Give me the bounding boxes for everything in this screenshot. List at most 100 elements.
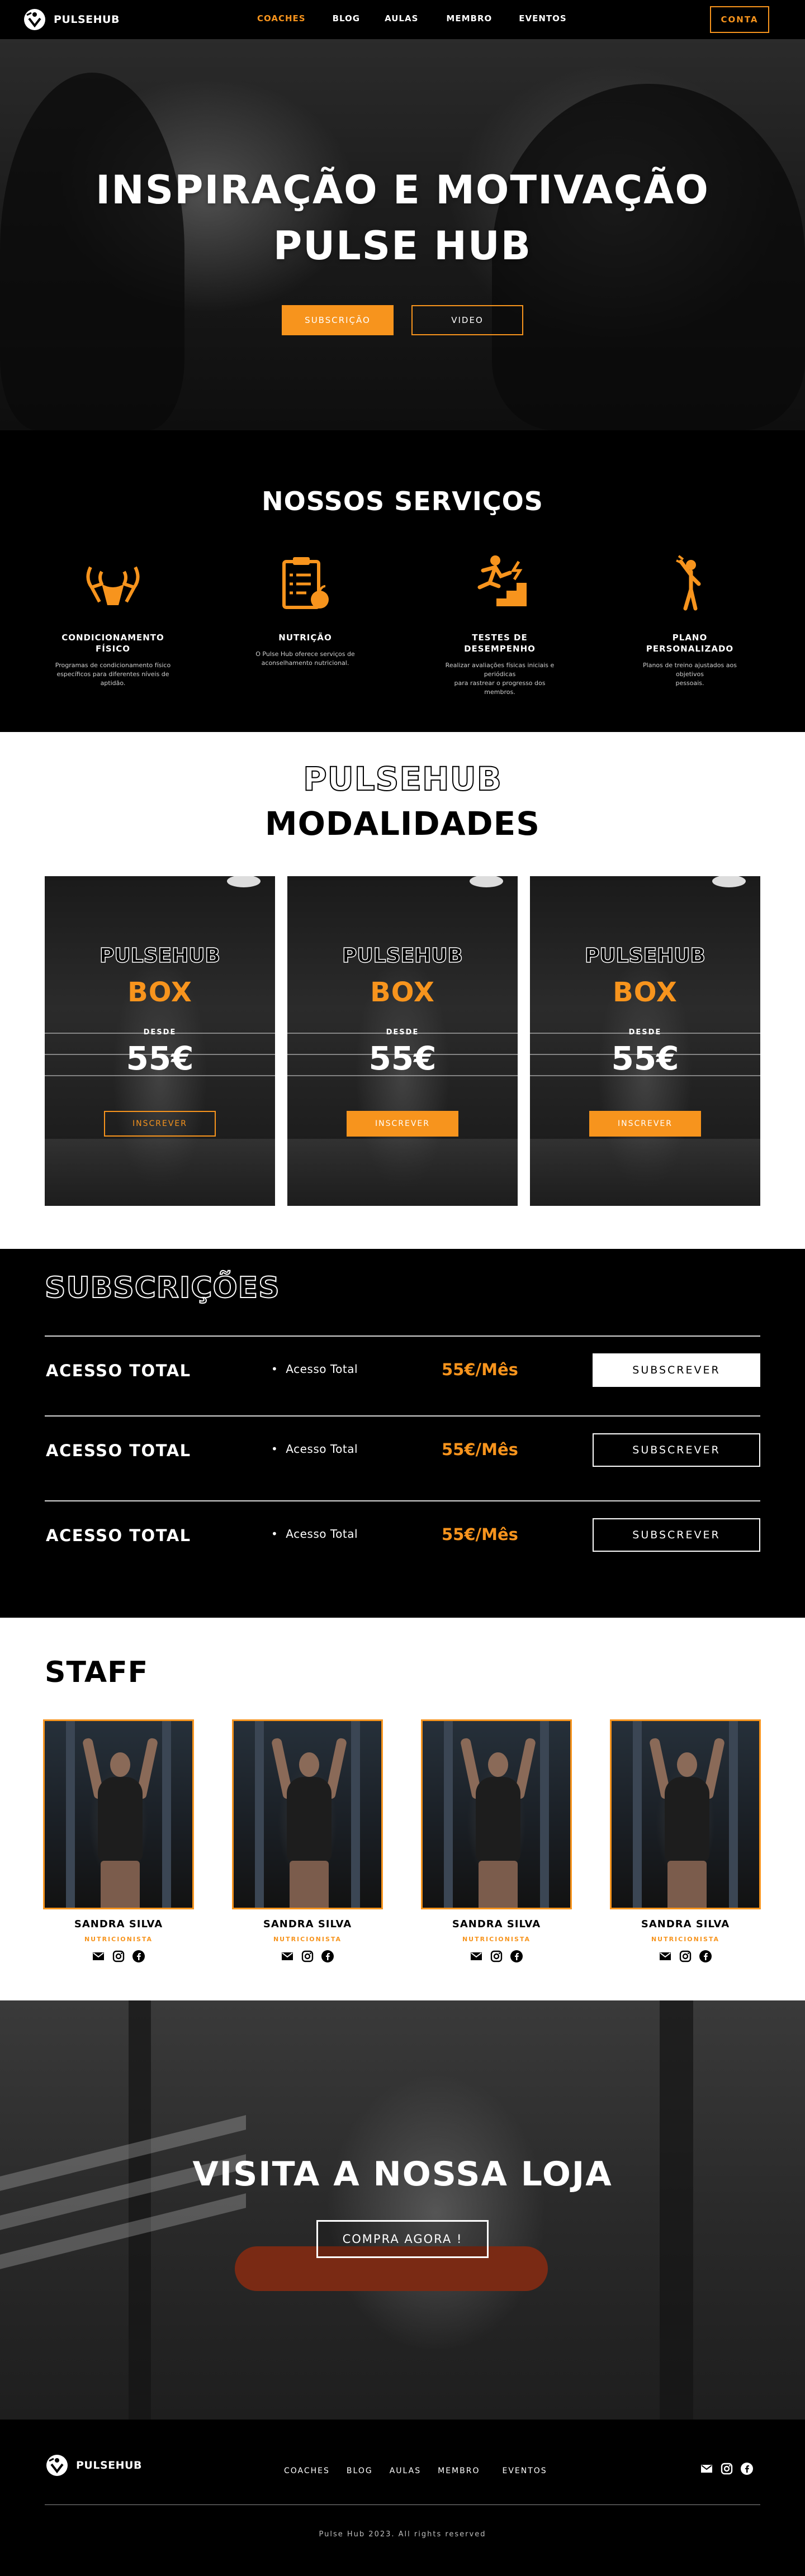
service-name: NUTRIÇÃO [244, 632, 367, 643]
card-brand: PULSEHUB [584, 944, 705, 968]
card-modality-name: BOX [127, 977, 192, 1008]
instagram-icon[interactable] [720, 2462, 733, 2475]
plan-price: 55€/Mês [442, 1360, 518, 1379]
enroll-button[interactable]: INSCREVER [589, 1111, 701, 1137]
enroll-button[interactable]: INSCREVER [104, 1111, 216, 1137]
divider [45, 1500, 760, 1501]
staff-photo [43, 1719, 194, 1909]
instagram-icon[interactable] [490, 1950, 503, 1963]
service-desc-line1: Programas de condicionamento físico [55, 662, 171, 669]
service-item: CONDICIONAMENTO FÍSICO Programas de cond… [51, 550, 174, 688]
staff-social-links [421, 1950, 572, 1963]
nav-item-blog[interactable]: BLOG [333, 13, 361, 23]
nutrition-clipboard-apple-icon [282, 557, 329, 609]
divider [45, 1335, 760, 1337]
photo-head [677, 1752, 697, 1777]
footer-social-links [700, 2462, 754, 2475]
service-name-line1: CONDICIONAMENTO [61, 633, 164, 643]
rack-bar [633, 1721, 642, 1908]
hero-banner: INSPIRAÇÃO E MOTIVAÇÃO PULSE HUB SUBSCRI… [0, 39, 805, 430]
card-from-label: DESDE [386, 1028, 419, 1037]
footer-logo[interactable]: PULSEHUB [45, 2453, 142, 2478]
brand-logo[interactable]: PULSEHUB [22, 7, 120, 32]
modality-card[interactable]: PULSEHUB BOX DESDE 55€ INSCREVER [530, 876, 760, 1206]
photo-torso [476, 1777, 520, 1861]
photo-legs [101, 1861, 140, 1908]
modality-card[interactable]: PULSEHUB BOX DESDE 55€ INSCREVER [287, 876, 518, 1206]
account-button[interactable]: CONTA [710, 6, 769, 33]
service-desc-line2: pessoais. [675, 679, 704, 687]
card-from-label: DESDE [143, 1028, 177, 1037]
staff-member: SANDRA SILVA NUTRICIONISTA [43, 1719, 194, 1963]
email-icon[interactable] [700, 2462, 713, 2475]
plan-feature: Acesso Total [271, 1362, 358, 1376]
footer-link-membro[interactable]: MEMBRO [438, 2466, 480, 2475]
instagram-icon[interactable] [301, 1950, 314, 1963]
service-desc-line1: Planos de treino ajustados aos objetivos [643, 662, 737, 678]
subscribe-button[interactable]: SUBSCREVER [593, 1518, 760, 1552]
modalidades-section: PULSEHUB MODALIDADES PULSEHUB BOX DESDE … [0, 732, 805, 1249]
plan-feature: Acesso Total [271, 1442, 358, 1456]
footer-link-blog[interactable]: BLOG [347, 2466, 373, 2475]
service-description: O Pulse Hub oferece serviços de aconselh… [244, 650, 367, 668]
footer-link-coaches[interactable]: COACHES [284, 2466, 330, 2475]
nav-item-aulas[interactable]: AULAS [385, 13, 418, 23]
footer: PULSEHUB COACHES BLOG AULAS MEMBRO EVENT… [0, 2420, 805, 2576]
photo-legs [667, 1861, 707, 1908]
nav-item-eventos[interactable]: EVENTOS [519, 13, 566, 23]
service-name-line1: NUTRIÇÃO [278, 633, 332, 643]
rack-bar [540, 1721, 549, 1908]
email-icon[interactable] [281, 1950, 294, 1963]
shop-now-button[interactable]: COMPRA AGORA ! [316, 2220, 489, 2258]
email-icon[interactable] [92, 1950, 105, 1963]
email-icon[interactable] [659, 1950, 672, 1963]
video-button[interactable]: VIDEO [411, 305, 523, 335]
subscription-button[interactable]: SUBSCRIÇÃO [282, 305, 394, 335]
service-name-line1: TESTES DE [472, 633, 528, 643]
subscriptions-title: SUBSCRIÇÕES [44, 1271, 280, 1305]
subscribe-button[interactable]: SUBSCREVER [593, 1433, 760, 1467]
service-description: Programas de condicionamento físico espe… [51, 661, 174, 688]
staff-name: SANDRA SILVA [263, 1918, 352, 1930]
modality-card[interactable]: PULSEHUB BOX DESDE 55€ INSCREVER [45, 876, 275, 1206]
staff-name: SANDRA SILVA [452, 1918, 541, 1930]
facebook-icon[interactable] [510, 1950, 523, 1963]
ring-floor [530, 1139, 760, 1206]
card-from-label: DESDE [628, 1028, 662, 1037]
facebook-icon[interactable] [699, 1950, 712, 1963]
service-name: CONDICIONAMENTO FÍSICO [51, 632, 174, 654]
service-name-line2: DESEMPENHO [464, 644, 536, 654]
facebook-icon[interactable] [321, 1950, 334, 1963]
service-name-line2: PERSONALIZADO [646, 644, 734, 654]
subscribe-button[interactable]: SUBSCREVER [593, 1353, 760, 1387]
service-description: Planos de treino ajustados aos objetivos… [628, 661, 751, 688]
muscle-arms-icon [86, 566, 140, 605]
service-desc-line1: O Pulse Hub oferece serviços de [255, 650, 355, 658]
card-price: 55€ [611, 1039, 679, 1077]
modalidades-title: MODALIDADES [264, 805, 541, 843]
store-banner: VISITA A NOSSA LOJA COMPRA AGORA ! [0, 2000, 805, 2420]
staff-role: NUTRICIONISTA [462, 1936, 531, 1943]
hero-title-line1: INSPIRAÇÃO E MOTIVAÇÃO [96, 167, 709, 213]
facebook-icon[interactable] [740, 2462, 754, 2475]
gym-beam [129, 2000, 151, 2420]
staff-member: SANDRA SILVA NUTRICIONISTA [610, 1719, 761, 1963]
email-icon[interactable] [470, 1950, 483, 1963]
services-section: NOSSOS SERVIÇOS CONDICIONAMENTO FÍSICO P… [0, 430, 805, 732]
service-name: TESTES DE DESEMPENHO [438, 632, 561, 654]
footer-link-eventos[interactable]: EVENTOS [502, 2466, 547, 2475]
wall-plank [0, 2193, 246, 2269]
divider [45, 1415, 760, 1417]
instagram-icon[interactable] [112, 1950, 125, 1963]
footer-link-aulas[interactable]: AULAS [390, 2466, 421, 2475]
facebook-icon[interactable] [132, 1950, 145, 1963]
nav-item-coaches[interactable]: COACHES [257, 13, 306, 23]
card-price: 55€ [368, 1039, 437, 1077]
plan-name: ACESSO TOTAL [46, 1441, 191, 1460]
card-price: 55€ [126, 1039, 194, 1077]
nav-item-membro[interactable]: MEMBRO [446, 13, 492, 23]
plan-name: ACESSO TOTAL [46, 1526, 191, 1545]
instagram-icon[interactable] [679, 1950, 692, 1963]
service-name-line2: FÍSICO [96, 644, 130, 654]
enroll-button[interactable]: INSCREVER [347, 1111, 458, 1137]
